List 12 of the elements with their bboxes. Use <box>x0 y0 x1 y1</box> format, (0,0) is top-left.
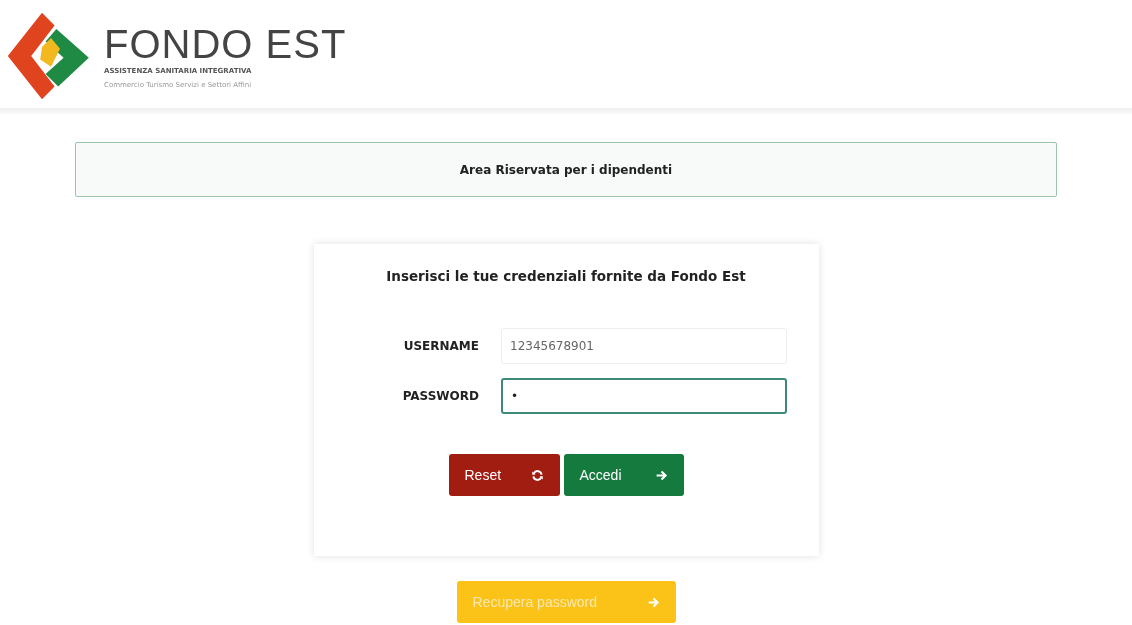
field-label: PASSWORD <box>401 389 479 403</box>
login-heading: Inserisci le tue credenziali fornite da Fondo Est <box>386 268 746 284</box>
reset-button[interactable]: Reset <box>448 454 560 496</box>
arrow-right-icon <box>646 595 660 609</box>
field-label: USERNAME <box>402 339 479 353</box>
banner: Area Riservata per i dipendenti <box>75 142 1057 197</box>
input-field[interactable]: • <box>501 378 787 414</box>
refresh-icon <box>530 468 544 482</box>
arrow-right-icon <box>654 468 668 482</box>
input-field[interactable]: 12345678901 <box>501 328 787 364</box>
brand-name: FONDO EST <box>104 23 347 65</box>
login-button[interactable]: Accedi <box>563 454 684 496</box>
